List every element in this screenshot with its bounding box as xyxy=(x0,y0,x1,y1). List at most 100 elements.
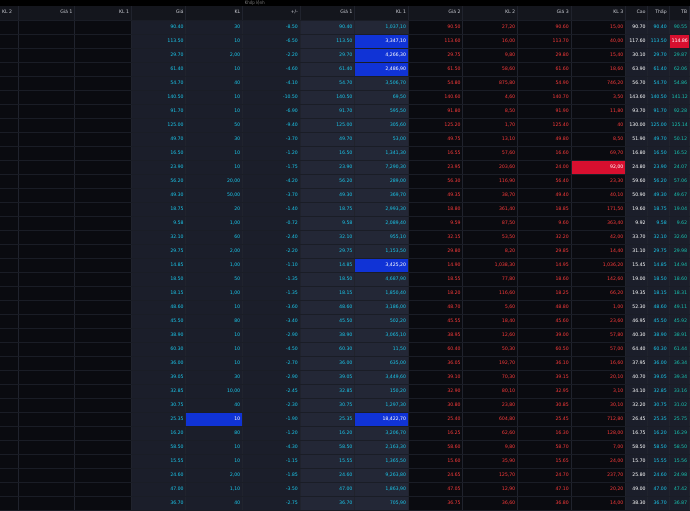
col-header-kl2-ask[interactable]: KL 2 xyxy=(462,6,519,21)
table-row[interactable]: 32.10 60 -2.40 32.10 955,10 32.15 53,50 32.20 42… xyxy=(0,230,690,245)
change-cell: -4.10 xyxy=(242,76,301,91)
col-header-match-volume[interactable]: KL xyxy=(185,6,244,21)
table-row[interactable]: 18.15 1,00 -1.35 18.15 1,850,40 18.20 116,60 18… xyxy=(0,286,690,301)
table-row[interactable]: 32.85 10,00 -2.45 32.85 150,20 32.90 80,10 32.9… xyxy=(0,384,690,399)
high-price-cell: 19.60 xyxy=(625,202,649,217)
match-volume-cell: 10 xyxy=(185,62,244,77)
match-price-cell: 39.05 xyxy=(131,370,187,385)
avg-price-cell: 32.60 xyxy=(669,230,690,245)
bid-empty-cell xyxy=(0,384,19,399)
match-price-cell: 61.40 xyxy=(131,62,187,77)
table-row[interactable]: 15.55 10 -1.15 15.55 1,365,50 15.60 35,90 15.65… xyxy=(0,454,690,469)
ask-volume-3-cell: 15,00 xyxy=(571,20,627,35)
table-row[interactable]: 61.40 10 -4.60 61.40 2,486,90 61.50 58,60 61.60… xyxy=(0,62,690,77)
bid-empty-cell xyxy=(74,384,132,399)
table-row[interactable]: 29.70 2,00 -2.20 29.70 4,266,30 29.75 9,80 29.8… xyxy=(0,48,690,63)
avg-price-cell: 19.04 xyxy=(669,202,690,217)
table-row[interactable]: 58.50 10 -4.30 58.50 2,163,30 58.60 9,80 58.70 7… xyxy=(0,440,690,455)
table-row[interactable]: 91.70 10 -6.90 91.70 595,50 91.80 8,50 91.90 11,… xyxy=(0,104,690,119)
col-header-high[interactable]: Cao xyxy=(625,6,649,21)
table-row[interactable]: 9.58 1,00 -0.72 9.58 2,089,40 9.59 87,50 9.60 36… xyxy=(0,216,690,231)
match-price-cell: 15.55 xyxy=(131,454,187,469)
low-price-cell: 18.75 xyxy=(647,202,670,217)
table-row[interactable]: 54.70 40 -4.10 54.70 3,506,70 54.80 875,80 54.9… xyxy=(0,76,690,91)
bid-empty-cell xyxy=(0,398,19,413)
table-row[interactable]: 47.00 1,10 -3.50 47.00 1,863,90 47.05 12,90 47.… xyxy=(0,482,690,497)
price-board-table: Khớp lệnh KL 2 Giá 1 KL 1 Giá KL +/- Giá… xyxy=(0,0,690,511)
ask-volume-2-cell: 8,50 xyxy=(462,104,519,119)
table-row[interactable]: 125.00 50 -9.40 125.00 305,60 125.20 1,70 125.4… xyxy=(0,118,690,133)
avg-price-cell: 125.14 xyxy=(669,118,690,133)
bid-empty-cell xyxy=(74,118,132,133)
col-header-match-price[interactable]: Giá xyxy=(131,6,187,21)
table-row[interactable]: 16.20 80 -1.20 16.20 3,206,70 16.25 62,60 16.30… xyxy=(0,426,690,441)
table-row[interactable]: 18.50 50 -1.35 18.50 4,687,90 18.55 77,80 18.60… xyxy=(0,272,690,287)
ask-price-3-cell: 39.15 xyxy=(517,370,572,385)
col-header-gia2-ask[interactable]: Giá 2 xyxy=(408,6,464,21)
high-price-cell: 64.40 xyxy=(625,342,649,357)
table-row[interactable]: 18.75 20 -1.40 18.75 2,993,30 18.80 361,40 18.8… xyxy=(0,202,690,217)
low-price-cell: 38.90 xyxy=(647,328,670,343)
table-row[interactable]: 113.50 10 -6.50 113.50 3,347,10 113.60 16,00 11… xyxy=(0,34,690,49)
table-row[interactable]: 24.60 2,00 -1.85 24.60 9,263,80 24.65 125,70 24… xyxy=(0,468,690,483)
table-row[interactable]: 30.75 40 -2.30 30.75 1,297,30 30.80 23,80 30.85… xyxy=(0,398,690,413)
col-header-gia1-ask[interactable]: Giá 1 xyxy=(300,6,356,21)
bid-empty-cell xyxy=(74,286,132,301)
low-price-cell: 36.70 xyxy=(647,496,670,511)
ask-volume-2-cell: 57,60 xyxy=(462,146,519,161)
table-row[interactable]: 14.85 1,00 -1.10 14.85 3,425,20 14.90 1,038,30… xyxy=(0,258,690,273)
match-price-cell: 14.85 xyxy=(131,258,187,273)
table-row[interactable]: 23.90 10 -1.75 23.90 7,290,30 23.95 203,60 24.0… xyxy=(0,160,690,175)
table-row[interactable]: 38.90 10 -2.90 38.90 3,065,10 38.95 12,60 39.00… xyxy=(0,328,690,343)
avg-price-cell: 61.44 xyxy=(669,342,690,357)
col-header-kl1-ask[interactable]: KL 1 xyxy=(354,6,409,21)
match-volume-cell: 50 xyxy=(185,118,244,133)
table-row[interactable]: 39.05 30 -2.90 39.05 3,449,60 39.10 70,30 39.15… xyxy=(0,370,690,385)
ask-volume-1-cell: 2,486,90 xyxy=(354,62,409,77)
col-header-low[interactable]: Thấp xyxy=(647,6,670,21)
table-row[interactable]: 48.60 10 -3.60 48.60 3,186,00 48.70 5,60 48.80 1… xyxy=(0,300,690,315)
ask-price-3-cell: 54.90 xyxy=(517,76,572,91)
col-header-kl2-bid[interactable]: KL 2 xyxy=(0,6,19,21)
table-row[interactable]: 16.50 10 -1.20 16.50 1,341,30 16.55 57,60 16.60… xyxy=(0,146,690,161)
table-row[interactable]: 29.75 2,00 -2.20 29.75 1,153,50 29.80 8,20 29.8… xyxy=(0,244,690,259)
col-header-change[interactable]: +/- xyxy=(242,6,301,21)
ask-volume-3-cell: 20,20 xyxy=(571,482,627,497)
ask-volume-1-cell: 18,422,70 xyxy=(354,412,409,427)
match-volume-cell: 2,00 xyxy=(185,244,244,259)
table-row[interactable]: 36.70 40 -2.75 36.70 705,90 36.75 36,60 36.80 14… xyxy=(0,496,690,511)
table-row[interactable]: 45.50 80 -3.40 45.50 502,20 45.55 18,40 45.60 23… xyxy=(0,314,690,329)
table-row[interactable]: 90.40 30 -8.50 90.40 1,037,10 90.50 27,20 90.60… xyxy=(0,20,690,35)
ask-volume-2-cell: 36,60 xyxy=(462,496,519,511)
col-header-gia1-bid[interactable]: Giá 1 xyxy=(18,6,76,21)
ask-price-2-cell: 45.55 xyxy=(408,314,464,329)
col-header-gia3-ask[interactable]: Giá 3 xyxy=(517,6,572,21)
col-header-kl3-ask[interactable]: KL 3 xyxy=(571,6,627,21)
match-volume-cell: 80 xyxy=(185,314,244,329)
ask-price-1-cell: 56.20 xyxy=(300,174,356,189)
high-price-cell: 37.95 xyxy=(625,356,649,371)
bid-empty-cell xyxy=(0,328,19,343)
bid-empty-cell xyxy=(74,342,132,357)
bid-empty-cell xyxy=(0,132,19,147)
ask-volume-2-cell: 192,70 xyxy=(462,356,519,371)
table-row[interactable]: 56.20 20,00 -4.20 56.20 289,00 56.30 116,90 56.… xyxy=(0,174,690,189)
table-row[interactable]: 60.30 10 -4.50 60.30 11,50 60.40 50,30 60.50 57,… xyxy=(0,342,690,357)
avg-price-cell: 24.98 xyxy=(669,468,690,483)
table-row[interactable]: 49.30 50,00 -3.70 49.30 369,70 49.35 38,70 49.4… xyxy=(0,188,690,203)
bid-empty-cell xyxy=(74,300,132,315)
col-header-avg[interactable]: TB xyxy=(669,6,690,21)
col-header-kl1-bid[interactable]: KL 1 xyxy=(74,6,132,21)
bid-empty-cell xyxy=(74,398,132,413)
table-row[interactable]: 140.50 10 -10.50 140.50 69,50 140.60 4,60 140.7… xyxy=(0,90,690,105)
ask-volume-2-cell: 604,80 xyxy=(462,412,519,427)
ask-volume-1-cell: 1,037,10 xyxy=(354,20,409,35)
change-cell: -0.72 xyxy=(242,216,301,231)
table-row[interactable]: 25.35 10 -1.90 25.35 18,422,70 25.40 604,80 25.… xyxy=(0,412,690,427)
ask-volume-3-cell: 712,80 xyxy=(571,412,627,427)
table-row[interactable]: 36.00 10 -2.70 36.00 635,00 36.05 192,70 36.10 1… xyxy=(0,356,690,371)
table-row[interactable]: 49.70 30 -3.70 49.70 53,00 49.75 13,10 49.80 8,5… xyxy=(0,132,690,147)
match-price-cell: 24.60 xyxy=(131,468,187,483)
bid-empty-cell xyxy=(74,244,132,259)
ask-volume-3-cell: 128,00 xyxy=(571,426,627,441)
